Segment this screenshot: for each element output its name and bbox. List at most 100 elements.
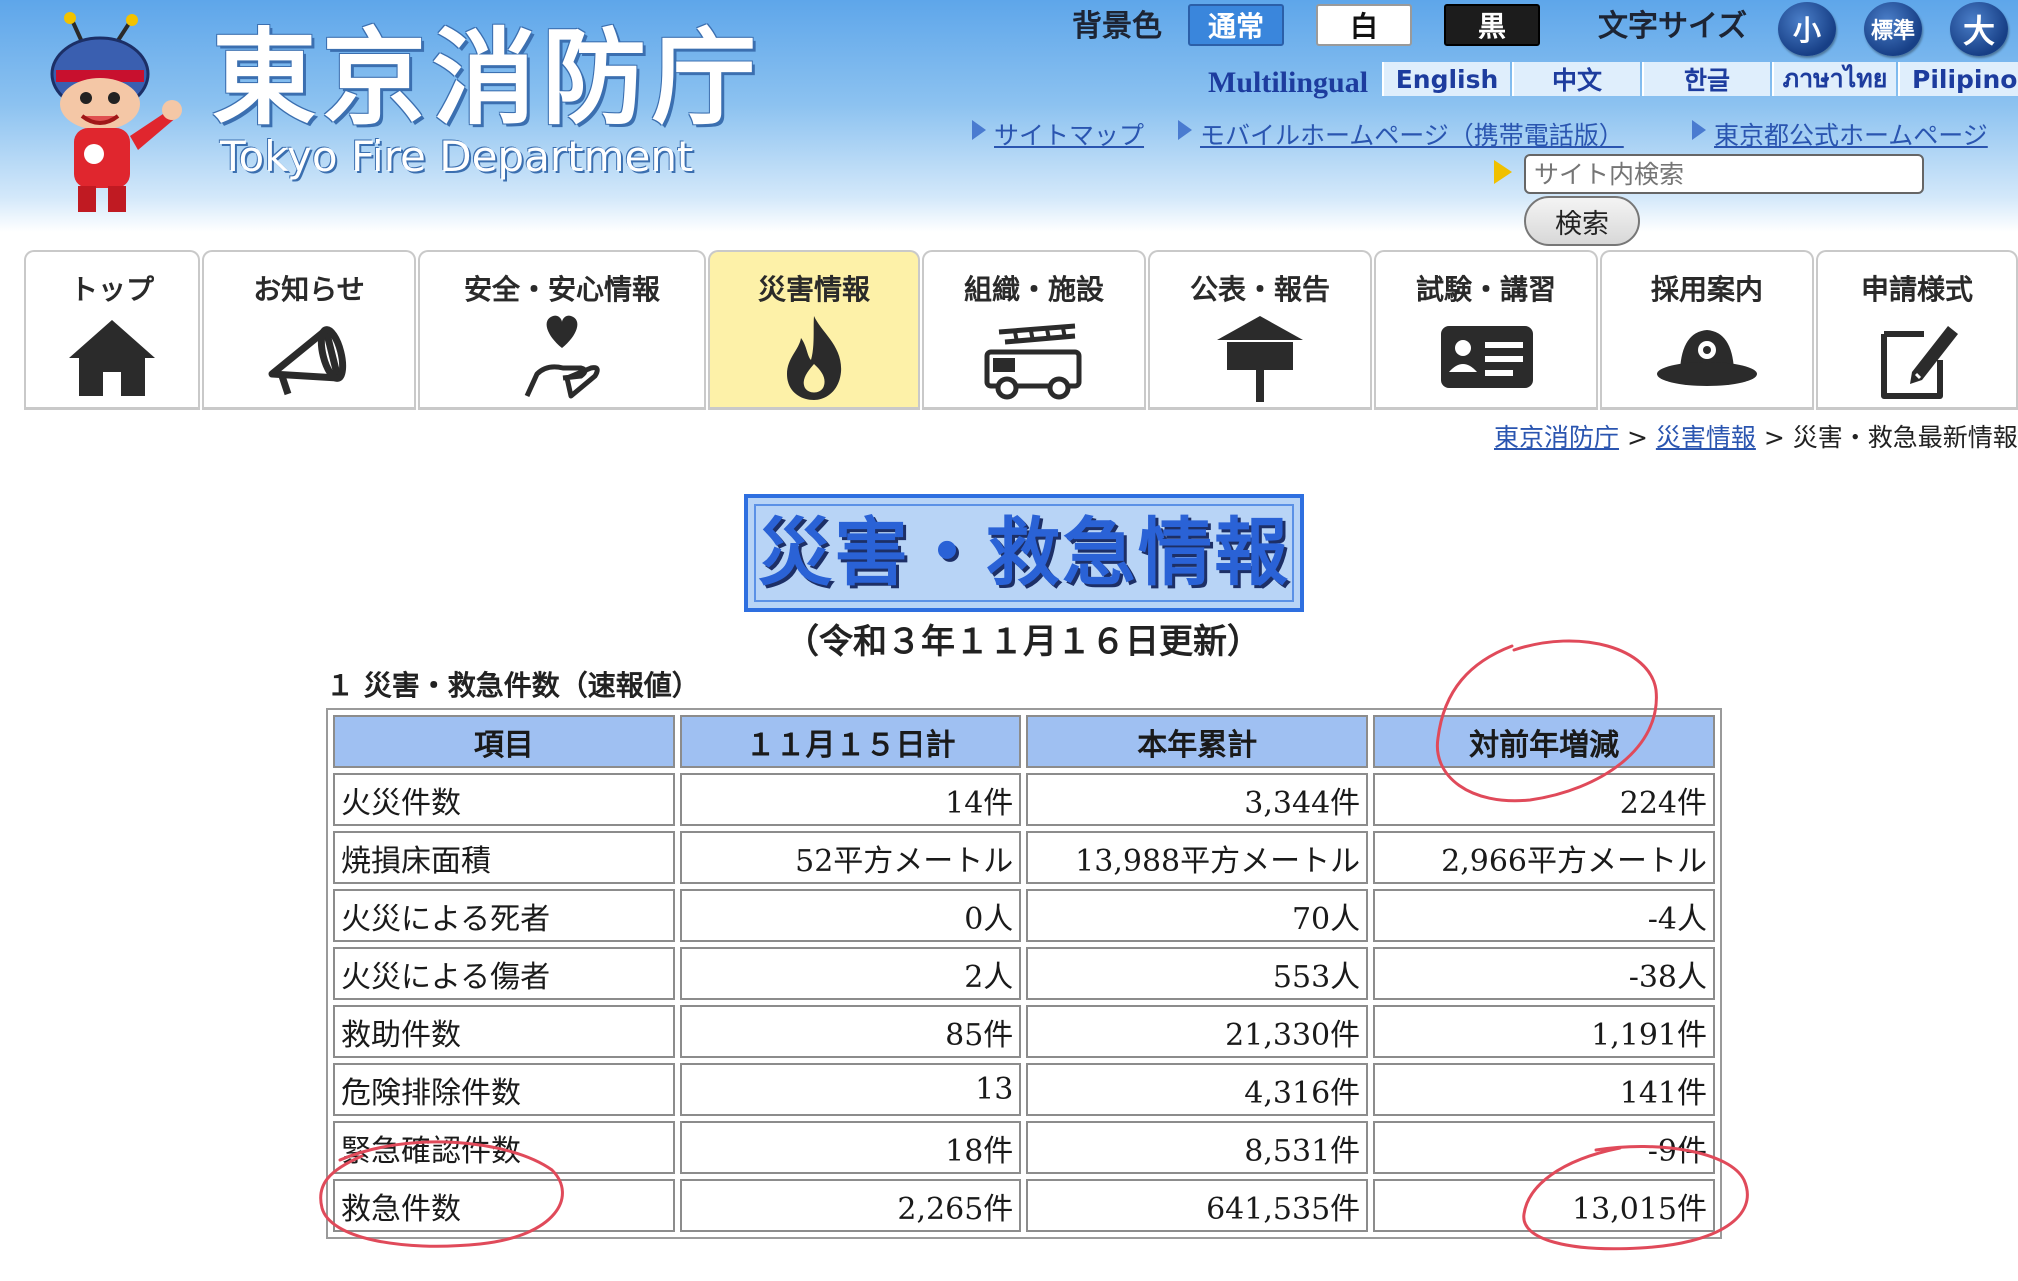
table-row: 火災による死者 0人 70人 -4人 (333, 889, 1715, 942)
search-button[interactable]: 検索 (1524, 196, 1640, 246)
nav-tab-forms[interactable]: 申請様式 (1816, 250, 2018, 410)
font-size-standard-button[interactable]: 標準 (1864, 2, 1922, 56)
id-card-icon (1441, 326, 1533, 388)
table-cell-yoy-change: -9件 (1373, 1121, 1715, 1174)
mascot-logo (50, 12, 182, 212)
main-nav: トップ お知らせ 安全・安心情報 災害情報 組織・施設 公表・報告 試験・講習 … (24, 250, 2018, 410)
update-date: （令和３年１１月１６日更新） (785, 622, 1261, 662)
nav-tab-publications[interactable]: 公表・報告 (1148, 250, 1372, 410)
nav-tab-label: 安全・安心情報 (463, 273, 660, 306)
table-cell-daily: 2,265件 (679, 1179, 1022, 1232)
table-cell-yoy-change: 1,191件 (1373, 1005, 1715, 1058)
table-header-row: 項目 １１月１５日計 本年累計 対前年増減 (333, 715, 1715, 768)
heart-hand-icon (524, 315, 600, 399)
table-cell-item: 救助件数 (333, 1005, 675, 1058)
breadcrumb: 東京消防庁 > 災害情報 > 災害・救急最新情報 (1494, 418, 2018, 454)
tokyo-metro-link[interactable]: 東京都公式ホームページ (1714, 116, 1988, 152)
lang-chinese-link[interactable]: 中文 (1512, 62, 1640, 96)
bg-white-button[interactable]: 白 (1316, 4, 1412, 46)
table-cell-year-total: 553人 (1026, 947, 1369, 1000)
mobile-site-link[interactable]: モバイルホームページ（携帯電話版） (1200, 116, 1624, 152)
font-size-large-button[interactable]: 大 (1950, 2, 2008, 56)
arrow-icon (1692, 120, 1706, 140)
search-arrow-icon (1494, 160, 1512, 184)
site-header: 東京消防庁 Tokyo Fire Department 背景色 通常 白 黒 文… (0, 0, 2018, 246)
page-title: 災害・救急情報 (758, 510, 1290, 596)
breadcrumb-disaster-link[interactable]: 災害情報 (1656, 423, 1756, 452)
site-title[interactable]: 東京消防庁 (212, 26, 762, 130)
nav-tab-news[interactable]: お知らせ (202, 250, 416, 410)
table-cell-item: 火災による傷者 (333, 947, 675, 1000)
bg-normal-button[interactable]: 通常 (1188, 4, 1284, 46)
megaphone-icon (268, 326, 347, 396)
nav-tab-label: 災害情報 (757, 273, 870, 306)
table-cell-daily: 0人 (679, 889, 1022, 942)
lang-english-link[interactable]: English (1382, 62, 1510, 96)
page-title-banner: 災害・救急情報 (744, 494, 1304, 612)
site-title-english: Tokyo Fire Department (220, 132, 694, 181)
table-cell-daily: 18件 (679, 1121, 1022, 1174)
table-cell-daily: 2人 (679, 947, 1022, 1000)
breadcrumb-separator: > (1763, 423, 1785, 452)
table-row: 救急件数 2,265件 641,535件 13,015件 (333, 1179, 1715, 1232)
bg-black-button[interactable]: 黒 (1444, 4, 1540, 46)
table-cell-year-total: 21,330件 (1026, 1005, 1369, 1058)
nav-tab-label: トップ (69, 273, 154, 306)
section-heading: １ 災害・救急件数（速報値） (326, 669, 700, 702)
table-cell-year-total: 13,988平方メートル (1026, 831, 1369, 884)
table-cell-year-total: 4,316件 (1026, 1063, 1369, 1116)
table-row: 救助件数 85件 21,330件 1,191件 (333, 1005, 1715, 1058)
table-cell-yoy-change: 13,015件 (1373, 1179, 1715, 1232)
table-cell-daily: 13 (679, 1063, 1022, 1116)
nav-tab-label: 採用案内 (1650, 273, 1763, 306)
table-cell-year-total: 641,535件 (1026, 1179, 1369, 1232)
table-cell-daily: 85件 (679, 1005, 1022, 1058)
lang-thai-link[interactable]: ภาษาไทย (1772, 62, 1896, 96)
multilingual-label: Multilingual (1208, 66, 1369, 99)
nav-tab-disaster[interactable]: 災害情報 (708, 250, 920, 410)
column-header-yoy-change: 対前年増減 (1373, 715, 1715, 768)
nav-tab-label: 試験・講習 (1415, 273, 1556, 306)
table-cell-daily: 52平方メートル (679, 831, 1022, 884)
bg-color-label: 背景色 (1072, 9, 1162, 44)
nav-tab-recruitment[interactable]: 採用案内 (1600, 250, 1814, 410)
table-row: 火災件数 14件 3,344件 224件 (333, 773, 1715, 826)
table-row: 火災による傷者 2人 553人 -38人 (333, 947, 1715, 1000)
nav-tab-label: 組織・施設 (963, 273, 1104, 306)
nav-tab-label: お知らせ (253, 273, 365, 306)
column-header-year-total: 本年累計 (1026, 715, 1369, 768)
sitemap-link[interactable]: サイトマップ (994, 116, 1144, 152)
table-cell-year-total: 8,531件 (1026, 1121, 1369, 1174)
table-cell-item: 火災件数 (333, 773, 675, 826)
home-icon (69, 320, 155, 396)
table-cell-yoy-change: 224件 (1373, 773, 1715, 826)
flame-icon (787, 316, 842, 400)
nav-tab-top[interactable]: トップ (24, 250, 200, 410)
table-row: 危険排除件数 13 4,316件 141件 (333, 1063, 1715, 1116)
font-size-small-button[interactable]: 小 (1778, 2, 1836, 56)
table-cell-item: 火災による死者 (333, 889, 675, 942)
nav-tab-safety[interactable]: 安全・安心情報 (418, 250, 706, 410)
nav-tab-organization[interactable]: 組織・施設 (922, 250, 1146, 410)
table-cell-yoy-change: 141件 (1373, 1063, 1715, 1116)
lang-pilipino-link[interactable]: Pilipino (1898, 62, 2018, 96)
site-search-input[interactable] (1524, 154, 1924, 194)
table-cell-item: 危険排除件数 (333, 1063, 675, 1116)
column-header-item: 項目 (333, 715, 675, 768)
arrow-icon (972, 120, 986, 140)
table-cell-year-total: 3,344件 (1026, 773, 1369, 826)
font-size-label: 文字サイズ (1598, 9, 1748, 44)
breadcrumb-separator: > (1626, 423, 1648, 452)
lang-korean-link[interactable]: 한글 (1642, 62, 1770, 96)
table-cell-daily: 14件 (679, 773, 1022, 826)
nav-tab-label: 公表・報告 (1189, 273, 1330, 306)
form-edit-icon (1881, 326, 1958, 399)
breadcrumb-home-link[interactable]: 東京消防庁 (1494, 423, 1619, 452)
table-cell-yoy-change: -4人 (1373, 889, 1715, 942)
table-cell-item: 救急件数 (333, 1179, 675, 1232)
table-cell-yoy-change: 2,966平方メートル (1373, 831, 1715, 884)
breadcrumb-current: 災害・救急最新情報 (1792, 423, 2018, 452)
nav-tab-exams[interactable]: 試験・講習 (1374, 250, 1598, 410)
table-cell-year-total: 70人 (1026, 889, 1369, 942)
table-cell-item: 緊急確認件数 (333, 1121, 675, 1174)
